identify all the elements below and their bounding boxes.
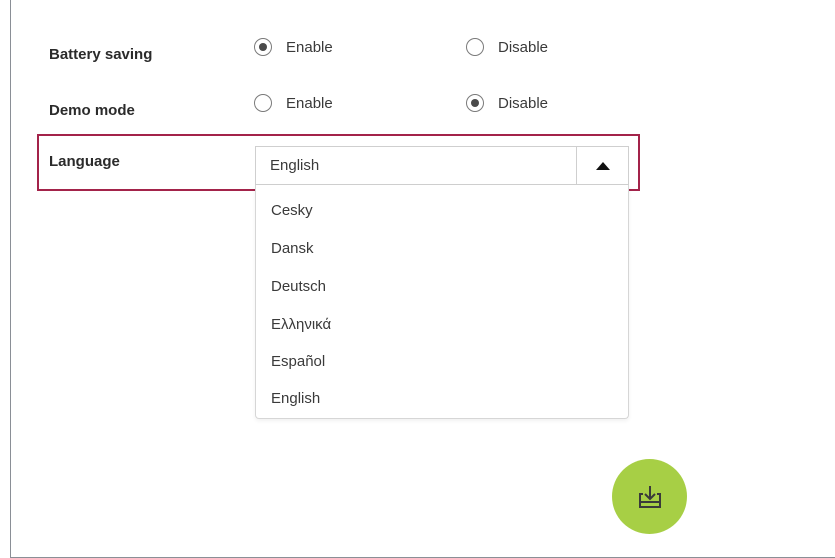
radio-selected-icon [254,38,272,56]
radio-label: Disable [498,94,549,112]
triangle-up-icon [595,161,610,170]
radio-unselected-icon [254,94,272,112]
language-label: Language [49,153,120,170]
language-dropdown-list: Cesky Dansk Deutsch Ελληνικά Español Eng… [255,185,629,419]
demo-mode-enable-radio[interactable]: Enable [254,94,333,112]
radio-label: Disable [498,38,549,56]
language-option[interactable]: English [271,390,320,407]
battery-saving-label: Battery saving [49,46,153,63]
battery-saving-enable-radio[interactable]: Enable [254,38,333,56]
demo-mode-disable-radio[interactable]: Disable [466,94,548,112]
save-download-button[interactable] [612,459,687,534]
language-option[interactable]: Español [271,353,325,370]
battery-saving-disable-radio[interactable]: Disable [466,38,548,56]
download-tray-icon [638,485,661,508]
demo-mode-label: Demo mode [49,102,135,119]
language-option[interactable]: Ελληνικά [271,316,331,333]
language-option[interactable]: Deutsch [271,278,326,295]
language-option[interactable]: Cesky [271,202,313,219]
language-selected-value: English [270,157,320,174]
dropdown-toggle[interactable] [576,147,628,184]
language-select[interactable]: English [255,146,629,185]
radio-label: Enable [286,94,333,112]
radio-selected-icon [466,94,484,112]
radio-unselected-icon [466,38,484,56]
language-option[interactable]: Dansk [271,240,314,257]
radio-label: Enable [286,38,333,56]
